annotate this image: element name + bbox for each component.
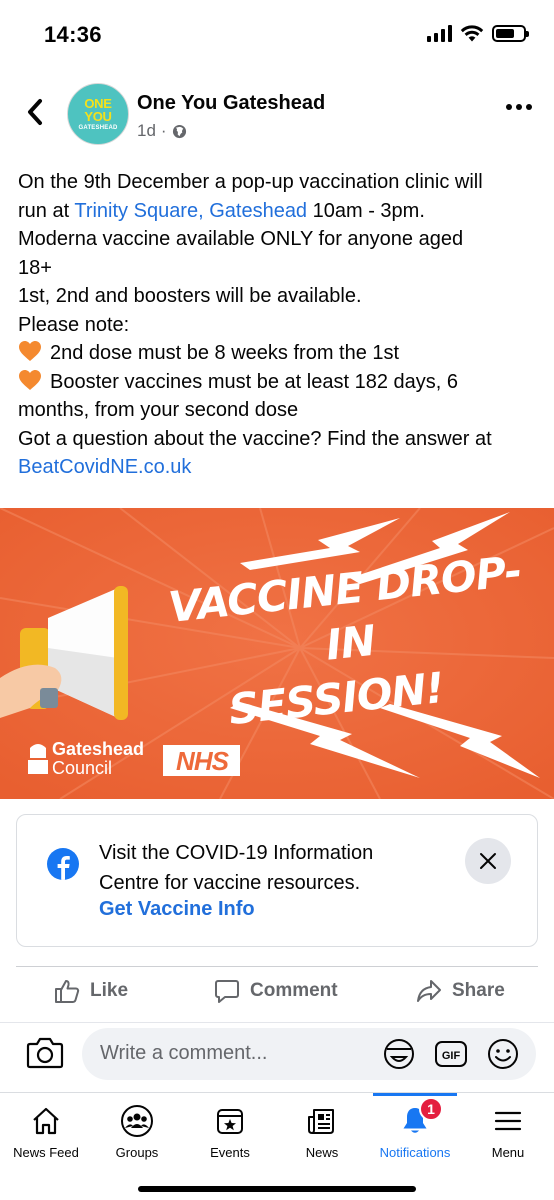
share-icon xyxy=(417,980,441,1002)
emoji-button[interactable] xyxy=(486,1037,520,1071)
page-avatar[interactable]: ONE YOU GATESHEAD xyxy=(67,83,129,145)
divider xyxy=(0,1022,554,1023)
notification-badge: 1 xyxy=(419,1097,443,1121)
council-logo-text: Gateshead Council xyxy=(52,740,144,778)
tab-menu[interactable]: Menu xyxy=(462,1093,554,1173)
gif-button[interactable]: GIF xyxy=(434,1037,468,1071)
share-label: Share xyxy=(452,980,505,1001)
camera-icon xyxy=(26,1037,64,1069)
hamburger-icon xyxy=(490,1103,526,1139)
avatar-text-one: ONE xyxy=(84,95,112,111)
post-meta: 1d · xyxy=(137,121,187,141)
council-name-line1: Gateshead xyxy=(52,739,145,759)
post-header: ONE YOU GATESHEAD One You Gateshead 1d · xyxy=(0,76,554,156)
post-text-fragment: 10am - 3pm. xyxy=(307,199,425,222)
tab-label: Notifications xyxy=(379,1145,451,1160)
avatar-sticker-button[interactable] xyxy=(382,1037,416,1071)
post-text-line: 18+ xyxy=(18,256,52,279)
wifi-icon xyxy=(460,25,484,42)
post-text-line: run at Trinity Square, Gateshead 10am - … xyxy=(18,197,544,226)
post-text-line: Moderna vaccine available ONLY for anyon… xyxy=(18,228,464,250)
nhs-logo: NHS xyxy=(176,746,229,776)
like-button[interactable]: Like xyxy=(54,978,128,1004)
more-options-button[interactable] xyxy=(506,104,532,110)
post-text-line: 2nd dose must be 8 weeks from the 1st xyxy=(18,339,544,368)
tab-label: Groups xyxy=(115,1145,159,1160)
facebook-logo-icon xyxy=(47,848,79,880)
camera-button[interactable] xyxy=(26,1036,64,1070)
like-label: Like xyxy=(90,980,129,1001)
calendar-icon xyxy=(212,1103,248,1139)
thumbs-up-icon xyxy=(55,980,80,1003)
gif-icon: GIF xyxy=(435,1041,467,1067)
post-text-fragment: run at xyxy=(18,199,75,222)
location-link[interactable]: Trinity Square, Gateshead xyxy=(74,200,307,222)
status-bar: 14:36 xyxy=(0,0,554,70)
divider xyxy=(16,966,538,967)
post-text-line: Got a question about the vaccine? Find t… xyxy=(18,427,492,450)
tab-events[interactable]: Events xyxy=(184,1093,276,1173)
post-text-line: Booster vaccines must be at least 182 da… xyxy=(18,368,544,397)
avatar-text-gateshead: GATESHEAD xyxy=(78,124,118,131)
battery-icon xyxy=(492,24,529,42)
comment-label: Comment xyxy=(250,980,338,1001)
tab-news[interactable]: News xyxy=(276,1093,368,1173)
groups-icon xyxy=(119,1103,155,1139)
council-name-line2: Council xyxy=(52,758,113,778)
info-card-text: Visit the COVID-19 Information Centre fo… xyxy=(99,842,374,894)
avatar-sticker-icon xyxy=(384,1039,414,1069)
comment-input[interactable]: Write a comment... xyxy=(100,1042,267,1065)
newspaper-icon xyxy=(304,1103,340,1139)
tab-label: Menu xyxy=(491,1145,525,1160)
post-text-fragment: Booster vaccines must be at least 182 da… xyxy=(50,370,458,393)
tab-groups[interactable]: Groups xyxy=(91,1093,183,1173)
post-text: On the 9th December a pop-up vaccination… xyxy=(18,168,544,482)
website-link[interactable]: BeatCovidNE.co.uk xyxy=(18,453,544,482)
post-text-line: On the 9th December a pop-up vaccination… xyxy=(18,171,483,193)
meta-separator: · xyxy=(160,121,167,140)
avatar-text-you: YOU xyxy=(84,108,112,124)
post-text-line: Please note: xyxy=(18,313,130,336)
svg-text:GIF: GIF xyxy=(442,1050,461,1062)
orange-heart-icon xyxy=(19,369,41,390)
tab-label: Events xyxy=(210,1145,250,1160)
page-name[interactable]: One You Gateshead xyxy=(137,92,325,115)
close-card-button[interactable] xyxy=(465,838,511,884)
smiley-icon xyxy=(488,1039,518,1069)
post-image[interactable]: VACCINE DROP-IN SESSION! Gateshead Counc… xyxy=(0,508,554,799)
post-text-line: 1st, 2nd and boosters will be available. xyxy=(18,285,362,307)
tab-label: News xyxy=(305,1145,339,1160)
comment-box[interactable]: Write a comment... GIF xyxy=(82,1028,536,1080)
cellular-signal-icon xyxy=(427,24,452,42)
close-icon xyxy=(480,853,496,869)
tab-label: News Feed xyxy=(13,1145,79,1160)
comment-icon xyxy=(215,980,239,1003)
back-button[interactable] xyxy=(18,92,52,132)
status-time: 14:36 xyxy=(44,22,102,47)
covid-info-card: Visit the COVID-19 Information Centre fo… xyxy=(16,814,538,947)
post-actions: Like Comment Share xyxy=(0,970,554,1018)
tab-news-feed[interactable]: News Feed xyxy=(0,1093,92,1173)
share-button[interactable]: Share xyxy=(416,978,505,1004)
orange-heart-icon xyxy=(19,341,41,361)
home-icon xyxy=(28,1103,64,1139)
get-vaccine-info-link[interactable]: Get Vaccine Info xyxy=(99,898,255,921)
post-text-fragment: 2nd dose must be 8 weeks from the 1st xyxy=(50,342,400,364)
globe-icon xyxy=(172,124,186,138)
post-text-line: months, from your second dose xyxy=(18,399,299,421)
bottom-tab-bar: News Feed Groups Events News 1 Notificat… xyxy=(0,1092,554,1200)
home-indicator xyxy=(138,1186,416,1192)
post-age[interactable]: 1d xyxy=(137,121,156,141)
tab-notifications[interactable]: 1 Notifications xyxy=(369,1093,461,1173)
bell-icon: 1 xyxy=(397,1097,443,1139)
chevron-left-icon xyxy=(28,99,42,125)
comment-button[interactable]: Comment xyxy=(214,978,338,1004)
status-icons xyxy=(427,24,529,42)
